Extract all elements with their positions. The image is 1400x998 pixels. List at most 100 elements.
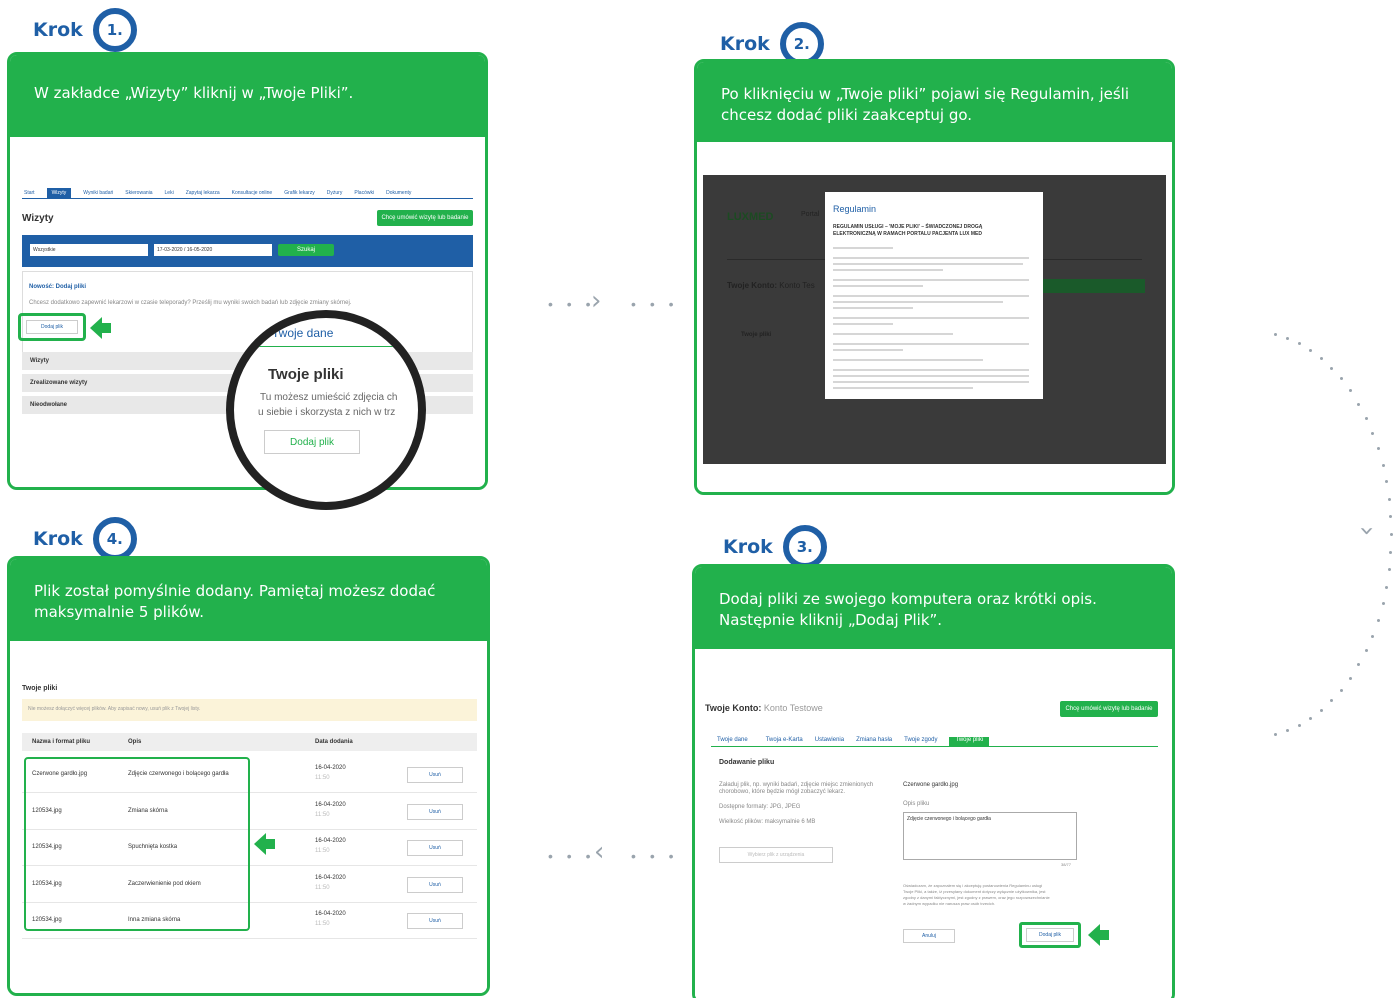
nav-item[interactable]: Start: [24, 190, 35, 196]
file-time: 11:50: [315, 884, 330, 891]
step-4-header: Krok 4.: [33, 517, 137, 561]
nav-item[interactable]: Leki: [165, 190, 174, 196]
main-nav: Start Wizyty Wyniki badań Skierowania Le…: [22, 187, 473, 199]
nav-item[interactable]: Skierowania: [125, 190, 152, 196]
pointer-arrow-stem: [265, 839, 275, 849]
file-date: 16-04-2020: [315, 874, 346, 881]
nav-item[interactable]: Dokumenty: [386, 190, 411, 196]
step-3-screenshot: Twoje Konto: Konto Testowe Chcę umówić w…: [695, 649, 1172, 998]
section-title: Dodawanie pliku: [719, 759, 775, 766]
bg-files-title: Twoje pliki: [741, 332, 772, 338]
column-header: Nazwa i format pliku: [32, 739, 91, 745]
connector-1-2: • • • • • •: [548, 296, 679, 312]
connector-dot: [1376, 618, 1380, 622]
nav-item-active[interactable]: Wizyty: [46, 187, 72, 198]
connector-3-4: • • • • • •: [548, 848, 679, 864]
connector-dot: [1320, 708, 1323, 712]
selected-filename: Czerwone gardło.jpg: [903, 782, 959, 788]
nav-item[interactable]: Konsultacje online: [232, 190, 273, 196]
bg-green-button: [1029, 279, 1145, 293]
tab-item[interactable]: Twoja e-Karta: [766, 737, 803, 746]
connector-dot: [1364, 649, 1368, 653]
connector-dot: [1385, 585, 1389, 589]
step-label: Krok: [720, 33, 770, 55]
delete-file-button[interactable]: Usuń: [407, 876, 463, 893]
pointer-arrow-stem: [101, 323, 111, 333]
type-select[interactable]: Wszystkie: [30, 244, 148, 256]
connector-dot: [1320, 357, 1323, 361]
search-button[interactable]: Szukaj: [278, 244, 334, 256]
nav-item[interactable]: Grafik lekarzy: [284, 190, 315, 196]
book-visit-button[interactable]: Chcę umówić wizytę lub badanie: [377, 210, 473, 226]
tab-twoja[interactable]: Twoja: [383, 326, 414, 340]
tab-item[interactable]: Zmiana hasła: [856, 737, 892, 746]
step-number: 4.: [92, 517, 137, 561]
choose-file-button[interactable]: Wybierz plik z urządzenia: [719, 847, 833, 863]
book-visit-button[interactable]: Chcę umówić wizytę lub badanie: [1060, 701, 1158, 717]
upload-formats: Dostępne formaty: JPG, JPEG: [719, 804, 801, 810]
news-title: Nowość: Dodaj pliki: [29, 284, 87, 290]
file-time: 11:50: [315, 848, 330, 854]
files-title: Twoje pliki: [22, 685, 58, 692]
connector-dot: [1274, 732, 1278, 736]
add-file-button[interactable]: Dodaj plik: [26, 320, 78, 334]
tab-item[interactable]: Twoje dane: [711, 737, 754, 746]
cancel-button[interactable]: Anuluj: [903, 929, 955, 943]
file-date: 16-04-2020: [315, 765, 346, 771]
luxmed-logo: LUXMED: [727, 211, 774, 223]
table-header: Nazwa i format pliku Opis Data dodania: [22, 733, 477, 751]
tab-item[interactable]: Ustawienia: [815, 737, 844, 746]
step-2-card: Po kliknięciu w „Twoje pliki” pojawi się…: [694, 59, 1175, 495]
connector-dot: [1387, 497, 1391, 501]
connector-dot: [1357, 402, 1361, 406]
step-4-card: Plik został pomyślnie dodany. Pamiętaj m…: [7, 556, 490, 996]
tab-item[interactable]: Twoje zgody: [904, 737, 937, 746]
terms-modal: Regulamin REGULAMIN USŁUGI – 'MOJE PLIKI…: [825, 192, 1043, 399]
step-1-header: Krok 1.: [33, 8, 137, 52]
connector-dot: [1371, 634, 1375, 638]
delete-file-button[interactable]: Usuń: [407, 840, 463, 856]
nav-item[interactable]: Placówki: [354, 190, 374, 196]
page-title: Wizyty: [22, 213, 54, 224]
connector-dot: [1387, 568, 1391, 572]
filter-bar: Wszystkie 17-03-2020 / 16-05-2020 Szukaj: [22, 235, 473, 267]
chevron-left-icon: ‹: [594, 837, 605, 867]
connector-dot: [1274, 333, 1278, 337]
tab-twoje-dane[interactable]: Twoje dane: [272, 326, 333, 340]
connector-dot: [1309, 716, 1313, 720]
connector-dot: [1297, 342, 1301, 346]
file-time: 11:50: [315, 775, 330, 781]
connector-dot: [1389, 550, 1393, 554]
add-file-highlight: Dodaj plik: [1019, 922, 1081, 948]
delete-file-button[interactable]: Usuń: [407, 803, 463, 820]
char-counter: 38/77: [1061, 862, 1072, 867]
connector-dot: [1389, 515, 1393, 519]
chevron-right-icon: ›: [591, 286, 602, 316]
upload-size: Wielkość plików: maksymalnie 6 MB: [719, 819, 816, 825]
nav-item[interactable]: Wyniki badań: [83, 190, 113, 196]
delete-file-button[interactable]: Usuń: [407, 767, 463, 783]
zoom-add-file-button[interactable]: Dodaj plik: [264, 430, 360, 454]
portal-label: Portal: [801, 211, 820, 218]
description-textarea[interactable]: Zdjęcie czerwonego i bolącego gardła: [903, 812, 1077, 860]
pointer-arrow-stem: [1099, 930, 1109, 940]
bg-account-title: Twoje Konto: Konto Tes: [727, 281, 815, 290]
news-box: Nowość: Dodaj pliki Chcesz dodatkowo zap…: [22, 271, 473, 353]
nav-item[interactable]: Zapytaj lekarza: [186, 190, 220, 196]
rows-highlight: [24, 757, 250, 931]
account-title: Twoje Konto: Konto Testowe: [705, 703, 823, 713]
step-label: Krok: [33, 19, 83, 41]
connector-dot: [1348, 389, 1352, 393]
connector-dot: [1371, 431, 1375, 435]
tab-item-active[interactable]: Twoje pliki: [949, 737, 990, 746]
description-label: Opis pliku: [903, 801, 930, 807]
connector-dot: [1390, 533, 1393, 536]
delete-file-button[interactable]: Usuń: [407, 913, 463, 929]
upload-description: Załaduj plik, np. wyniki badań, zdjęcie …: [719, 782, 874, 795]
date-range-input[interactable]: 17-03-2020 / 16-05-2020: [154, 244, 272, 256]
nav-item[interactable]: Dyżury: [327, 190, 343, 196]
magnifier-zoom: Twoje dane Twoja Twoje pliki Tu możesz u…: [226, 310, 426, 510]
connector-dot: [1286, 729, 1290, 733]
add-file-button[interactable]: Dodaj plik: [1026, 928, 1074, 942]
step-1-text: W zakładce „Wizyty” kliknij w „Twoje Pli…: [10, 55, 485, 137]
